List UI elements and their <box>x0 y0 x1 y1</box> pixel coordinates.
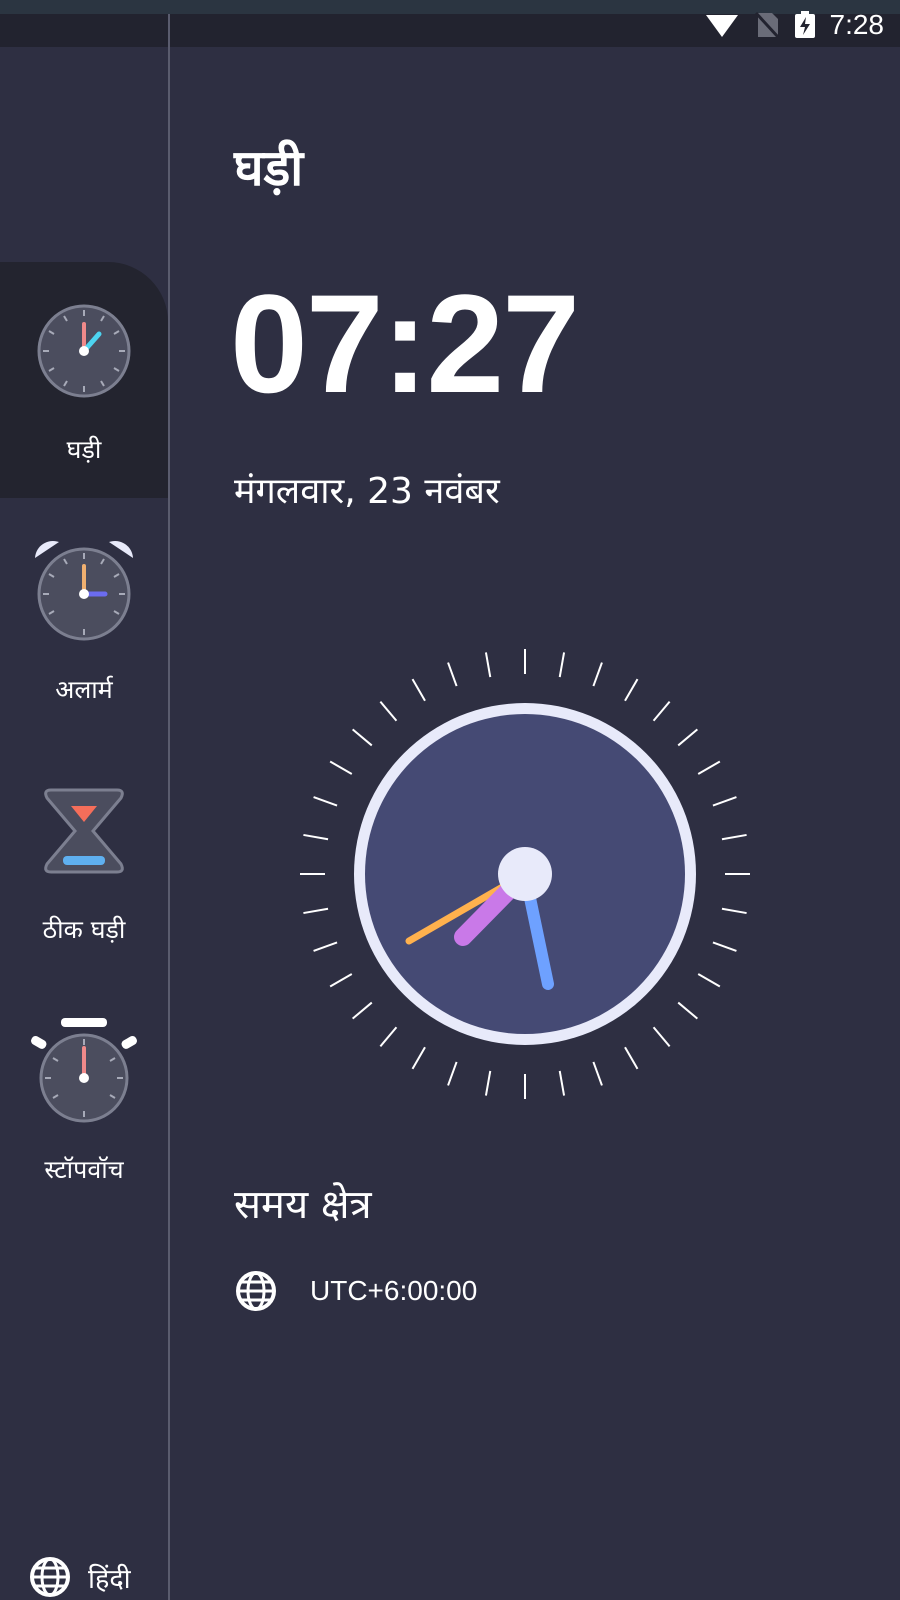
clock-tick <box>411 1046 426 1070</box>
battery-charging-icon <box>794 11 815 38</box>
clock-icon <box>37 304 131 398</box>
clock-tick <box>447 1061 458 1086</box>
clock-tick <box>712 796 737 807</box>
clock-tick <box>313 796 338 807</box>
clock-tick <box>351 1001 373 1020</box>
date-label: मंगलवार, 23 नवंबर <box>234 471 500 512</box>
clock-tick <box>484 652 492 678</box>
clock-tick <box>624 1046 639 1070</box>
digital-time: 07:27 <box>230 265 580 422</box>
clock-tick <box>721 833 747 841</box>
clock-tick <box>558 652 566 678</box>
sidebar: घड़ी अलार्म ठीक घड़ी स्टॉपवॉच हिंदी <box>0 47 168 1600</box>
clock-tick <box>379 1026 398 1048</box>
sidebar-item-stopwatch[interactable]: स्टॉपवॉच <box>0 982 168 1218</box>
clock-tick <box>697 973 721 988</box>
clock-tick <box>558 1070 566 1096</box>
stopwatch-icon <box>31 1018 137 1123</box>
timezone-section-title: समय क्षेत्र <box>234 1182 372 1228</box>
main-content: घड़ी 07:27 मंगलवार, 23 नवंबर समय क्षेत्र… <box>170 47 900 1600</box>
clock-tick <box>677 1001 699 1020</box>
sidebar-item-label: घड़ी <box>66 435 102 464</box>
clock-tick <box>484 1070 492 1096</box>
clock-tick <box>329 973 353 988</box>
clock-tick <box>379 700 398 722</box>
clock-tick <box>411 678 426 702</box>
clock-tick <box>721 907 747 915</box>
timezone-value: UTC+6:00:00 <box>310 1275 478 1306</box>
globe-icon <box>30 1557 70 1597</box>
clock-tick <box>624 678 639 702</box>
alarm-clock-icon <box>35 540 133 641</box>
no-sim-icon <box>754 11 779 39</box>
sidebar-item-label: ठीक घड़ी <box>42 915 126 944</box>
clock-center <box>498 847 552 901</box>
language-label: हिंदी <box>88 1563 131 1595</box>
clock-tick <box>313 941 338 952</box>
clock-tick <box>712 941 737 952</box>
language-selector[interactable]: हिंदी <box>28 1555 131 1599</box>
clock-tick <box>652 700 671 722</box>
clock-tick <box>592 662 603 687</box>
globe-icon <box>236 1271 276 1311</box>
clock-tick <box>303 907 329 915</box>
sidebar-item-timer[interactable]: ठीक घड़ी <box>0 742 168 978</box>
sidebar-item-label: अलार्म <box>55 675 113 704</box>
clock-tick <box>697 760 721 775</box>
status-bar: 7:28 <box>0 0 900 47</box>
timezone-row: UTC+6:00:00 <box>234 1269 477 1313</box>
wifi-icon <box>705 15 738 37</box>
sidebar-item-clock[interactable]: घड़ी <box>0 262 168 498</box>
page-title: घड़ी <box>234 139 304 197</box>
hourglass-icon <box>44 788 124 874</box>
clock-tick <box>592 1061 603 1086</box>
clock-tick <box>303 833 329 841</box>
clock-tick <box>329 760 353 775</box>
analog-clock <box>300 649 750 1099</box>
sidebar-item-label: स्टॉपवॉच <box>44 1155 124 1184</box>
sidebar-item-alarm[interactable]: अलार्म <box>0 502 168 738</box>
status-time: 7:28 <box>829 9 885 40</box>
clock-tick <box>447 662 458 687</box>
clock-tick <box>652 1026 671 1048</box>
clock-tick <box>351 728 373 747</box>
clock-tick <box>677 728 699 747</box>
